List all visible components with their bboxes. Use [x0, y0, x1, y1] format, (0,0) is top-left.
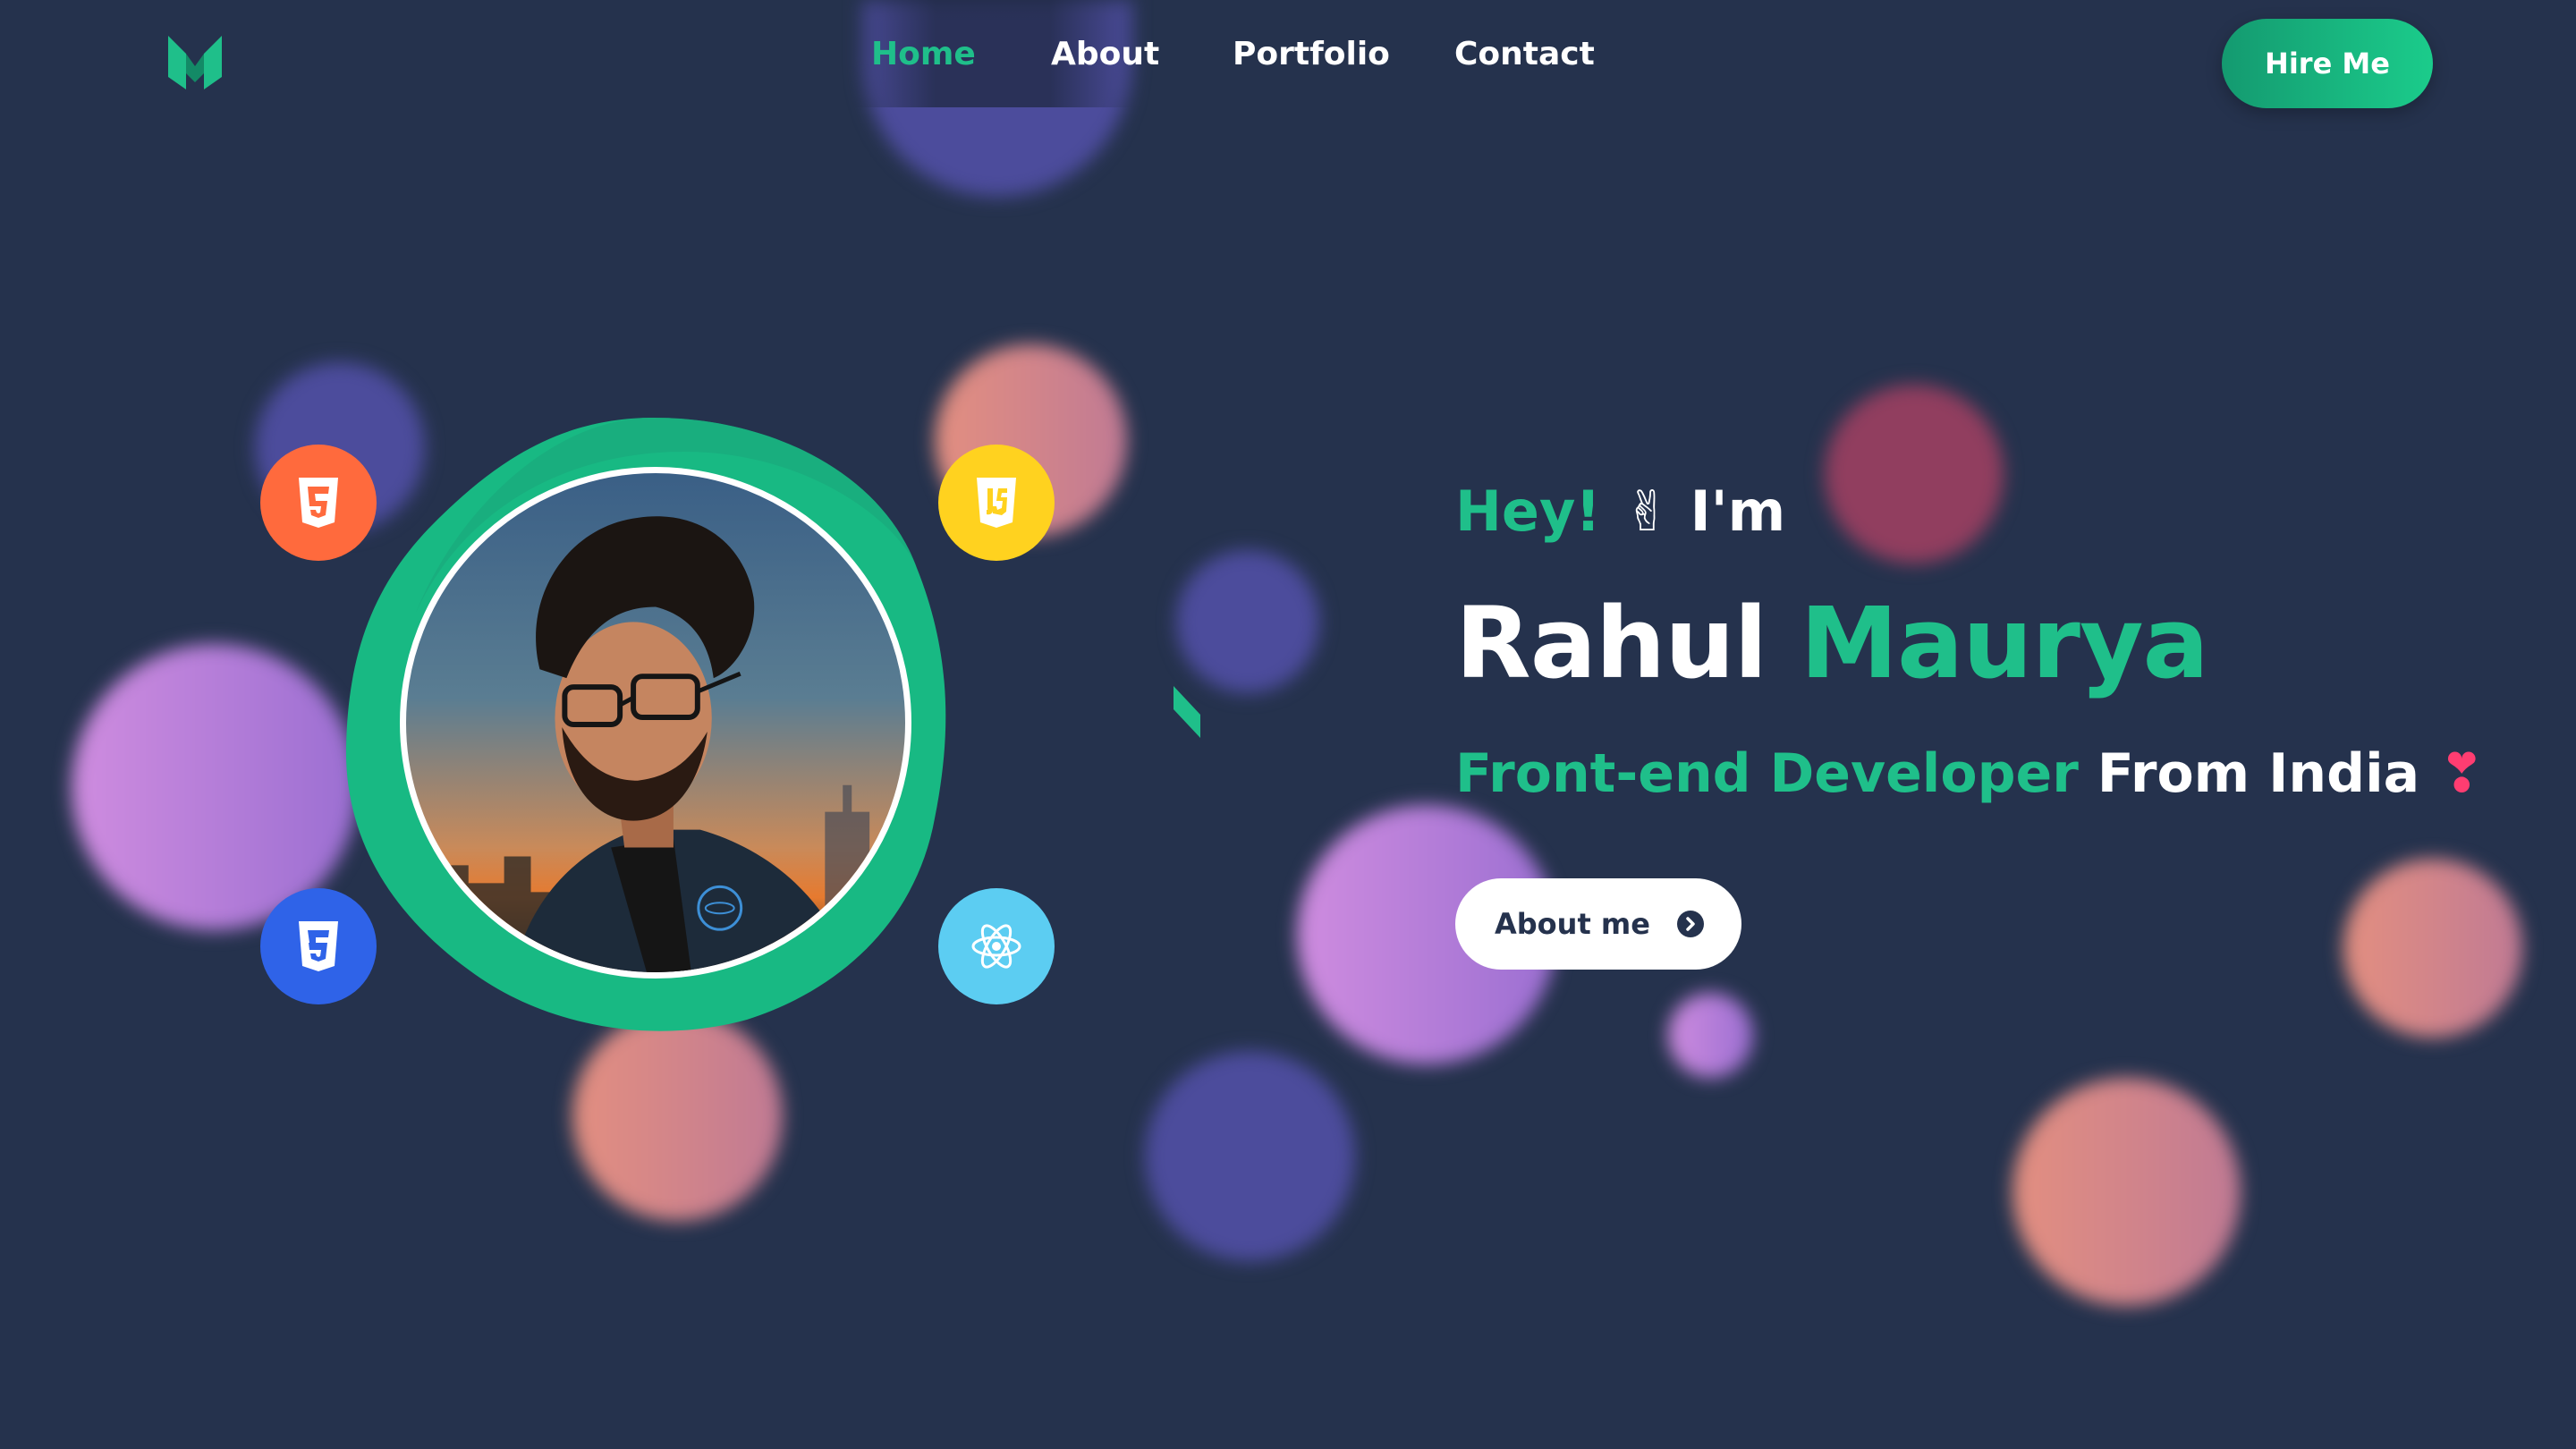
heart-icon: ❣: [2439, 742, 2485, 805]
M-logo-icon[interactable]: [166, 34, 224, 91]
nav-link-portfolio[interactable]: Portfolio: [1233, 36, 1390, 72]
html5-icon: [260, 445, 377, 561]
bg-bubble: [1668, 993, 1753, 1078]
about-me-label: About me: [1495, 907, 1650, 941]
javascript-icon: [938, 445, 1055, 561]
bg-bubble: [2343, 859, 2522, 1038]
victory-hand-icon: ✌: [1623, 479, 1671, 544]
bg-bubble: [1145, 1051, 1355, 1261]
greeting-word: Hey!: [1455, 479, 1601, 544]
about-me-button[interactable]: About me: [1455, 878, 1741, 970]
bg-bubble: [1176, 550, 1319, 693]
profile-portrait: [400, 467, 911, 979]
bg-bubble: [572, 1011, 783, 1221]
nav-link-contact[interactable]: Contact: [1454, 36, 1595, 72]
react-icon: [938, 888, 1055, 1004]
role-highlight: Front-end Developer: [1455, 742, 2079, 805]
greeting-tail: I'm: [1690, 479, 1786, 544]
chevron-right-icon: [1677, 911, 1704, 937]
greeting: Hey! ✌ I'm: [1455, 479, 1785, 544]
hero-name: Rahul Maurya: [1455, 586, 2209, 700]
css3-icon: [260, 888, 377, 1004]
bg-bubble: [2012, 1078, 2241, 1306]
bg-bubble: [72, 644, 358, 930]
first-name: Rahul: [1455, 586, 1767, 700]
role-tail: From India: [2097, 742, 2420, 805]
hire-me-button[interactable]: Hire Me: [2222, 19, 2433, 108]
nav-link-about[interactable]: About: [1051, 36, 1159, 72]
hero-role: Front-end Developer From India ❣: [1455, 742, 2484, 805]
nav-link-home[interactable]: Home: [871, 36, 976, 72]
leaf-decoration-icon: [1174, 686, 1200, 738]
bg-bubble: [1825, 385, 2004, 564]
last-name: Maurya: [1800, 586, 2209, 700]
